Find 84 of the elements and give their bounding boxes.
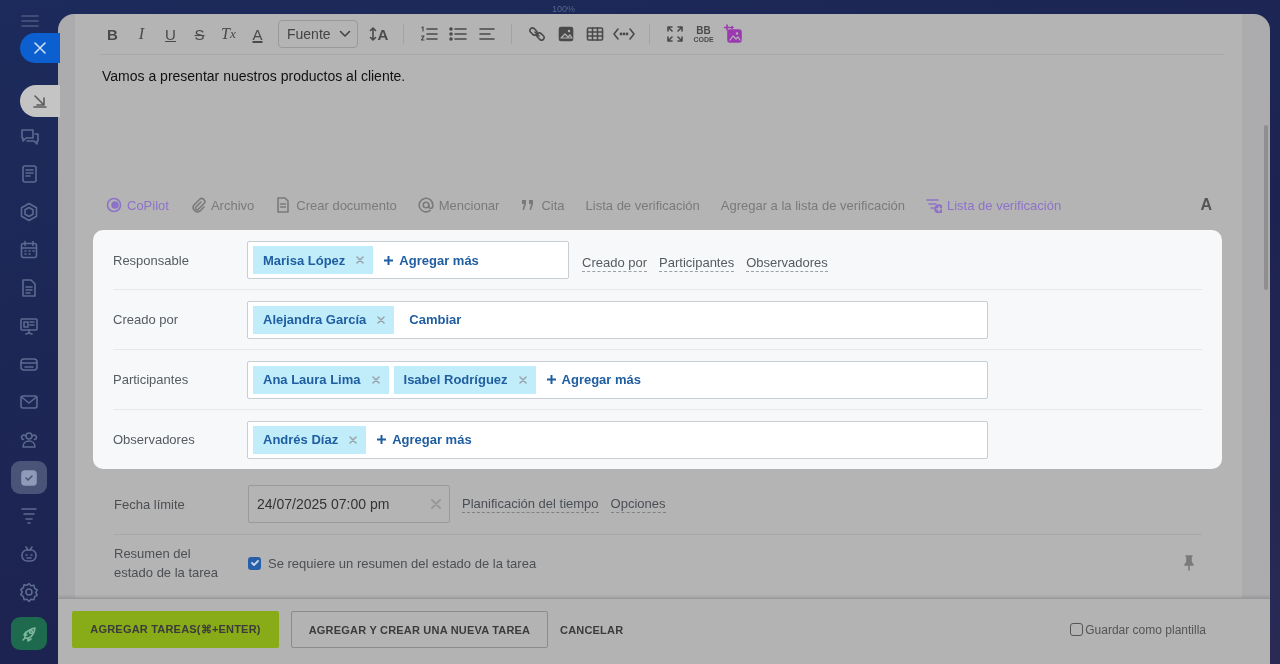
remove-icon[interactable] xyxy=(371,375,380,384)
toggle-link[interactable]: Opciones xyxy=(610,495,666,513)
align-icon[interactable] xyxy=(478,27,495,41)
sidebar-item[interactable] xyxy=(11,461,47,494)
italic-button[interactable]: I xyxy=(129,21,154,47)
person-tag[interactable]: Alejandra García xyxy=(253,305,395,334)
checkmark-icon xyxy=(249,558,260,568)
rocket-icon xyxy=(20,624,38,643)
people-field[interactable]: Ana Laura Lima Isabel Rodríguez Agregar más xyxy=(247,360,988,399)
toggle-link[interactable]: Observadores xyxy=(746,254,828,272)
plus-icon xyxy=(384,255,394,265)
table-icon[interactable] xyxy=(585,26,604,42)
date-field[interactable]: 24/07/2025 07:00 pm xyxy=(248,485,450,523)
formatting-toggle[interactable]: A xyxy=(1200,196,1212,214)
cancel-button[interactable]: CANCELAR xyxy=(560,611,624,648)
filter-icon xyxy=(19,505,39,526)
person-tag[interactable]: Marisa López xyxy=(253,246,374,274)
minimize-button[interactable] xyxy=(20,85,60,117)
toggle-link[interactable]: Participantes xyxy=(659,254,735,272)
gear-icon xyxy=(19,581,39,602)
toggle-link[interactable]: Planificación del tiempo xyxy=(462,495,599,513)
checkbox[interactable] xyxy=(1070,623,1084,636)
calendar-icon xyxy=(19,239,39,260)
person-tag[interactable]: Andrés Díaz xyxy=(253,425,367,454)
people-icon xyxy=(19,429,39,450)
add-more-link[interactable]: Agregar más xyxy=(540,372,648,387)
checkbox-label: Guardar como plantilla xyxy=(1085,622,1206,637)
document-icon xyxy=(19,277,39,298)
font-dropdown[interactable]: Fuente xyxy=(278,20,358,48)
people-field[interactable]: Alejandra García Cambiar xyxy=(247,300,988,339)
rocket-button[interactable] xyxy=(11,617,47,650)
people-field[interactable]: Andrés Díaz Agregar más xyxy=(247,420,988,459)
add-and-create-button[interactable]: AGREGAR Y CREAR UNA NUEVA TAREA xyxy=(291,611,548,648)
toggle-link[interactable]: Creado por xyxy=(582,254,648,272)
up-down-arrow-icon xyxy=(368,27,377,41)
document-icon xyxy=(275,197,292,213)
paperclip-icon xyxy=(189,197,206,213)
copilot-icon xyxy=(106,197,122,213)
underline-button[interactable]: U xyxy=(158,21,183,47)
pin-icon[interactable] xyxy=(1184,555,1194,571)
numbered-list-icon[interactable] xyxy=(419,26,438,42)
bold-button[interactable]: B xyxy=(100,21,125,47)
remove-icon[interactable] xyxy=(518,375,527,384)
plus-icon xyxy=(546,375,556,384)
field-label: Resumen del estado de la tarea xyxy=(114,545,220,582)
sparkle-image-icon xyxy=(722,24,743,44)
close-icon xyxy=(34,42,46,54)
checklist-icon xyxy=(926,197,942,213)
close-button[interactable] xyxy=(20,33,60,63)
add-more-link[interactable]: Agregar más xyxy=(378,252,485,268)
people-field[interactable]: Marisa López Agregar más xyxy=(247,241,569,279)
person-tag[interactable]: Ana Laura Lima xyxy=(253,365,389,394)
checkbox[interactable] xyxy=(248,556,261,570)
fullscreen-icon[interactable] xyxy=(666,26,683,42)
field-label: Participantes xyxy=(113,372,190,387)
hexagon-icon xyxy=(19,201,39,222)
add-tasks-button[interactable]: AGREGAR TAREAS(⌘+ENTER) xyxy=(72,611,279,648)
field-label: Creado por xyxy=(113,312,180,327)
menu-icon[interactable] xyxy=(21,14,39,28)
presentation-icon xyxy=(19,315,39,336)
strikethrough-button[interactable]: S xyxy=(187,21,212,47)
news-icon xyxy=(19,163,39,184)
editor-text[interactable]: Vamos a presentar nuestros productos al cliente. xyxy=(75,55,1242,191)
checkbox-icon xyxy=(19,467,39,488)
arrow-down-right-icon xyxy=(33,94,47,108)
plus-icon xyxy=(377,435,387,444)
at-icon xyxy=(417,197,434,213)
robot-icon xyxy=(19,543,39,564)
remove-icon[interactable] xyxy=(377,315,386,324)
bullet-list-icon[interactable] xyxy=(448,26,467,42)
text-color-button[interactable]: A xyxy=(245,21,270,47)
person-tag[interactable]: Isabel Rodríguez xyxy=(393,365,536,394)
code-icon[interactable] xyxy=(613,27,635,41)
field-label: Observadores xyxy=(113,432,196,447)
field-label: Fecha límite xyxy=(114,495,186,514)
font-size-button[interactable]: A xyxy=(366,21,391,47)
remove-icon[interactable] xyxy=(356,256,365,264)
field-label: Responsable xyxy=(113,252,190,268)
remove-icon[interactable] xyxy=(349,435,358,444)
image-icon[interactable] xyxy=(557,26,574,42)
change-link[interactable]: Cambiar xyxy=(399,312,468,327)
checkbox-label: Se requiere un resumen del estado de la tarea xyxy=(268,555,537,571)
add-more-link[interactable]: Agregar más xyxy=(371,432,478,447)
chevron-down-icon xyxy=(339,30,351,38)
